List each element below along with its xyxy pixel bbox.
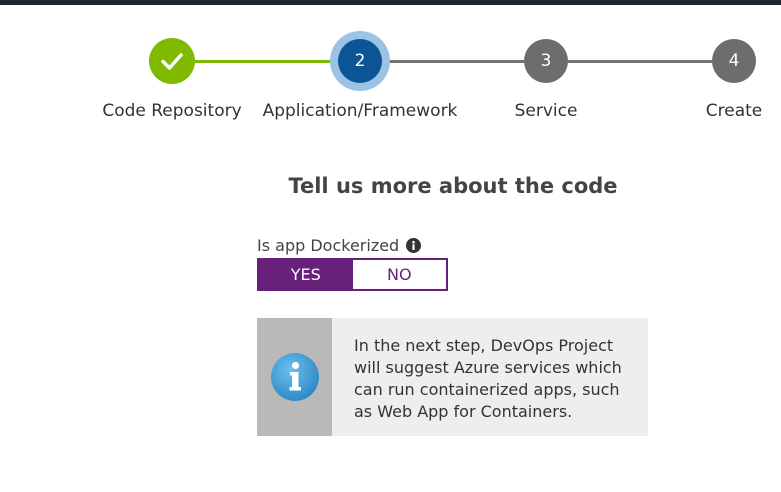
dockerized-label-text: Is app Dockerized (257, 236, 400, 255)
step-4-label: Create (705, 101, 763, 121)
dockerized-field-label: Is app Dockerized (257, 236, 422, 255)
no-toggle-button[interactable]: NO (352, 260, 446, 289)
step-4-number: 4 (728, 51, 740, 71)
step-connector (546, 60, 734, 63)
info-circle-icon (270, 353, 319, 401)
page-title: Tell us more about the code (288, 174, 618, 198)
step-2-label: Application/Framework (262, 101, 458, 121)
step-1-label: Code Repository (102, 101, 242, 121)
yes-toggle-button[interactable]: YES (259, 260, 353, 289)
step-3-number: 3 (540, 51, 552, 71)
wizard-stepper: 2 3 4 Code Repository Application/Framew… (0, 0, 781, 140)
step-3-label: Service (514, 101, 578, 121)
checkmark-icon (161, 53, 183, 70)
step-2-indicator[interactable]: 2 (338, 39, 382, 83)
step-2-number: 2 (354, 51, 366, 71)
info-box-message: In the next step, DevOps Project will su… (354, 336, 622, 421)
step-4-indicator[interactable]: 4 (712, 39, 756, 83)
dockerized-toggle: YES NO (257, 258, 448, 291)
step-3-indicator[interactable]: 3 (524, 39, 568, 83)
info-box-icon-panel (257, 318, 332, 436)
step-1-indicator[interactable] (149, 38, 195, 84)
info-icon[interactable] (406, 238, 422, 253)
info-message-box: In the next step, DevOps Project will su… (257, 318, 648, 436)
